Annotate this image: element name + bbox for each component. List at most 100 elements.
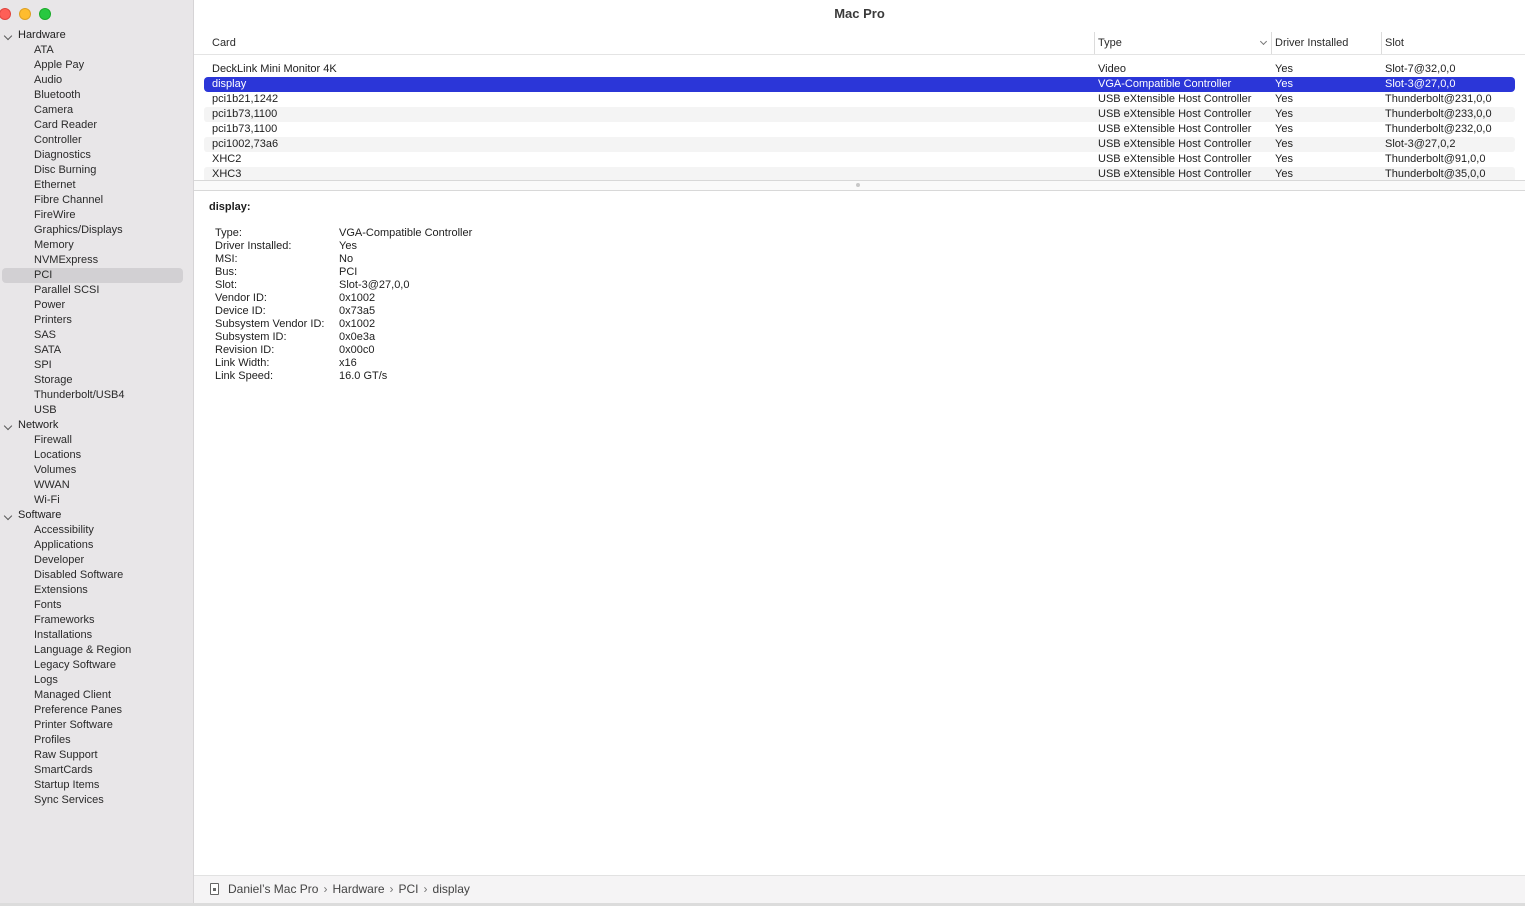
property-key: Subsystem Vendor ID: (215, 318, 325, 330)
sidebar-item-firewire[interactable]: FireWire (0, 208, 193, 223)
sidebar-item-power[interactable]: Power (0, 298, 193, 313)
sidebar-item-audio[interactable]: Audio (0, 73, 193, 88)
sidebar-item-spi[interactable]: SPI (0, 358, 193, 373)
sidebar-item-frameworks[interactable]: Frameworks (0, 613, 193, 628)
sidebar-item-bluetooth[interactable]: Bluetooth (0, 88, 193, 103)
sidebar-item-thunderbolt-usb4[interactable]: Thunderbolt/USB4 (0, 388, 193, 403)
sidebar-item-ata[interactable]: ATA (0, 43, 193, 58)
sidebar-item-printers[interactable]: Printers (0, 313, 193, 328)
sidebar-item-preference-panes[interactable]: Preference Panes (0, 703, 193, 718)
sidebar-item-label: Volumes (34, 464, 77, 476)
property-row: Subsystem Vendor ID: 0x1002 (215, 318, 815, 331)
sidebar-item-managed-client[interactable]: Managed Client (0, 688, 193, 703)
sidebar-item-pci[interactable]: PCI (0, 268, 193, 283)
minimize-window-button[interactable] (19, 8, 31, 20)
sidebar-item-ethernet[interactable]: Ethernet (0, 178, 193, 193)
sidebar-item-wwan[interactable]: WWAN (0, 478, 193, 493)
property-value: Slot-3@27,0,0 (339, 279, 410, 291)
table-row[interactable]: display VGA-Compatible Controller Yes Slot-… (204, 77, 1515, 92)
sidebar-item-label: Controller (34, 134, 82, 146)
sidebar-item-label: Managed Client (34, 689, 112, 701)
table-cell-type: USB eXtensible Host Controller (1098, 108, 1252, 120)
sidebar-item-label: WWAN (34, 479, 70, 491)
pci-table: DeckLink Mini Monitor 4K Video Yes Slot-7@3… (194, 62, 1525, 182)
sidebar-item-installations[interactable]: Installations (0, 628, 193, 643)
property-value: 0x1002 (339, 292, 376, 304)
table-row[interactable]: pci1002,73a6 USB eXtensible Host Controll… (204, 137, 1515, 152)
sidebar-item-volumes[interactable]: Volumes (0, 463, 193, 478)
table-row[interactable]: XHC2 USB eXtensible Host Controller Yes Thu… (204, 152, 1515, 167)
table-cell-slot: Slot-3@27,0,0 (1385, 78, 1456, 90)
sidebar-item-camera[interactable]: Camera (0, 103, 193, 118)
sidebar-item-memory[interactable]: Memory (0, 238, 193, 253)
sidebar-item-label: SPI (34, 359, 52, 371)
split-view-divider[interactable] (194, 180, 1525, 191)
sidebar-item-label: PCI (34, 269, 53, 281)
property-row: Subsystem ID: 0x0e3a (215, 331, 815, 344)
sidebar-item-storage[interactable]: Storage (0, 373, 193, 388)
property-value: 16.0 GT/s (339, 370, 388, 382)
breadcrumb-item-display[interactable]: display (433, 882, 470, 896)
sidebar-item-printer-software[interactable]: Printer Software (0, 718, 193, 733)
breadcrumb-item-hardware[interactable]: Hardware (332, 882, 384, 896)
sidebar-item-disabled-software[interactable]: Disabled Software (0, 568, 193, 583)
close-window-button[interactable] (0, 8, 11, 20)
column-header-type[interactable]: Type (1094, 32, 1272, 54)
sidebar-group-hardware[interactable]: Hardware (0, 28, 193, 43)
sidebar-item-accessibility[interactable]: Accessibility (0, 523, 193, 538)
sidebar-item-usb[interactable]: USB (0, 403, 193, 418)
sidebar-item-raw-support[interactable]: Raw Support (0, 748, 193, 763)
sidebar-item-language-region[interactable]: Language & Region (0, 643, 193, 658)
sidebar-item-sas[interactable]: SAS (0, 328, 193, 343)
column-header-slot[interactable]: Slot (1381, 32, 1525, 54)
sidebar-item-smartcards[interactable]: SmartCards (0, 763, 193, 778)
sidebar-item-legacy-software[interactable]: Legacy Software (0, 658, 193, 673)
sidebar-item-label: Camera (34, 104, 74, 116)
sidebar-item-extensions[interactable]: Extensions (0, 583, 193, 598)
detail-title: display: (209, 201, 251, 213)
sidebar-item-controller[interactable]: Controller (0, 133, 193, 148)
sidebar-item-label: Raw Support (34, 749, 98, 761)
table-row[interactable]: pci1b21,1242 USB eXtensible Host Controll… (204, 92, 1515, 107)
table-cell-driver: Yes (1275, 153, 1293, 165)
sidebar-item-disc-burning[interactable]: Disc Burning (0, 163, 193, 178)
sidebar-group-network[interactable]: Network (0, 418, 193, 433)
sidebar-item-startup-items[interactable]: Startup Items (0, 778, 193, 793)
sidebar-item-applications[interactable]: Applications (0, 538, 193, 553)
sidebar-item-apple-pay[interactable]: Apple Pay (0, 58, 193, 73)
property-value: PCI (339, 266, 358, 278)
breadcrumb: Daniel’s Mac Pro › Hardware › PCI › display (228, 876, 470, 902)
sidebar-item-firewall[interactable]: Firewall (0, 433, 193, 448)
zoom-window-button[interactable] (39, 8, 51, 20)
sidebar-item-nvmexpress[interactable]: NVMExpress (0, 253, 193, 268)
sidebar-tree: Hardware ATA Apple Pay Audio Bluetooth Camera… (0, 28, 193, 808)
sidebar-item-parallel-scsi[interactable]: Parallel SCSI (0, 283, 193, 298)
sidebar-item-developer[interactable]: Developer (0, 553, 193, 568)
table-row[interactable]: pci1b73,1100 USB eXtensible Host Controll… (204, 122, 1515, 137)
table-row[interactable]: pci1b73,1100 USB eXtensible Host Controll… (204, 107, 1515, 122)
sidebar: Hardware ATA Apple Pay Audio Bluetooth Camera… (0, 0, 194, 906)
column-header-driver-installed[interactable]: Driver Installed (1271, 32, 1383, 54)
table-row[interactable]: DeckLink Mini Monitor 4K Video Yes Slot-7@3… (204, 62, 1515, 77)
sidebar-item-sata[interactable]: SATA (0, 343, 193, 358)
sidebar-item-fibre-channel[interactable]: Fibre Channel (0, 193, 193, 208)
column-header-card[interactable]: Card (212, 32, 1092, 54)
sidebar-item-profiles[interactable]: Profiles (0, 733, 193, 748)
sidebar-item-locations[interactable]: Locations (0, 448, 193, 463)
sidebar-item-label: Logs (34, 674, 58, 686)
breadcrumb-item-pci[interactable]: PCI (399, 882, 419, 896)
sidebar-group-software[interactable]: Software (0, 508, 193, 523)
sidebar-item-label: NVMExpress (34, 254, 99, 266)
sidebar-item-logs[interactable]: Logs (0, 673, 193, 688)
sidebar-item-sync-services[interactable]: Sync Services (0, 793, 193, 808)
table-cell-card: pci1002,73a6 (212, 138, 279, 150)
sidebar-item-wi-fi[interactable]: Wi-Fi (0, 493, 193, 508)
sidebar-item-diagnostics[interactable]: Diagnostics (0, 148, 193, 163)
sidebar-item-label: Accessibility (34, 524, 94, 536)
sidebar-item-graphics-displays[interactable]: Graphics/Displays (0, 223, 193, 238)
property-key: Subsystem ID: (215, 331, 287, 343)
breadcrumb-item-daniel-s-mac-pro[interactable]: Daniel’s Mac Pro (228, 882, 318, 896)
sidebar-item-label: Frameworks (34, 614, 95, 626)
sidebar-item-fonts[interactable]: Fonts (0, 598, 193, 613)
sidebar-item-card-reader[interactable]: Card Reader (0, 118, 193, 133)
